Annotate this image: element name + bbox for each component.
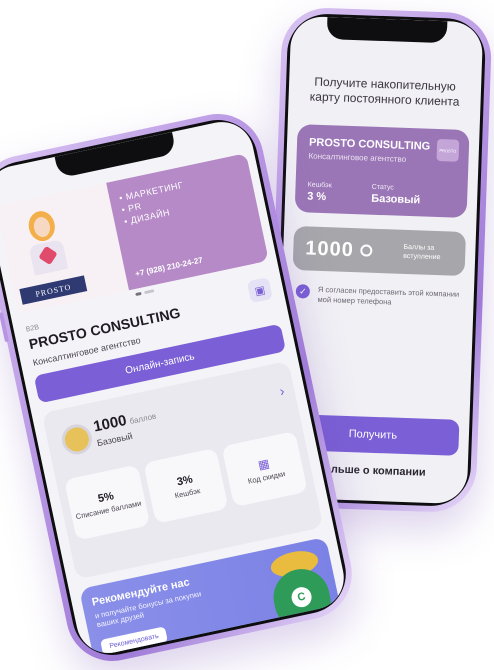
- status-label: Статус: [371, 183, 394, 192]
- cashback-label: Кешбэк: [307, 181, 332, 190]
- tile-cashback[interactable]: 3% Кешбэк: [142, 447, 229, 524]
- notch: [326, 17, 448, 44]
- promo-banner[interactable]: PROSTO • МАРКЕТИНГ • PR • ДИЗАЙН +7 (928…: [0, 153, 269, 314]
- brand-sign: PROSTO: [19, 275, 88, 305]
- carousel-dots[interactable]: [135, 289, 155, 297]
- consent-text: Я согласен предоставить этой компании мо…: [317, 284, 460, 307]
- company-logo: PROSTO: [436, 138, 460, 162]
- loyalty-card: PROSTO CONSULTING Консалтинговое агентст…: [294, 124, 470, 219]
- chevron-right-icon[interactable]: ›: [278, 382, 286, 399]
- qr-code-icon: ▦: [256, 455, 271, 472]
- card-company-subtitle: Консалтинговое агентство: [308, 151, 407, 164]
- qr-code-icon[interactable]: ▣: [246, 277, 273, 304]
- recommend-button[interactable]: Рекомендовать: [100, 626, 169, 656]
- banner-services: • МАРКЕТИНГ • PR • ДИЗАЙН +7 (928) 210-2…: [105, 153, 269, 291]
- coin-icon: [359, 244, 373, 257]
- tile-discount-code[interactable]: ▦ Код скидки: [221, 430, 308, 508]
- money-bag-icon: С: [254, 540, 342, 633]
- points-balance: 1000баллов: [91, 411, 158, 436]
- medal-icon: [59, 421, 95, 458]
- banner-phone: +7 (928) 210-24-27: [134, 255, 204, 279]
- b2b-tag: B2B: [25, 323, 40, 334]
- cashback-value: 3 %: [306, 190, 327, 204]
- tile-points-writeoff[interactable]: 5% Списание баллами: [64, 464, 150, 541]
- status-value: Базовый: [371, 192, 421, 207]
- card-company-name: PROSTO CONSULTING: [308, 136, 431, 153]
- checkmark-icon[interactable]: ✓: [295, 284, 311, 299]
- consent-row[interactable]: ✓ Я согласен предоставить этой компании …: [295, 284, 462, 310]
- card-offer-title: Получите накопительную карту постоянного…: [309, 74, 460, 109]
- welcome-points: 1000 Баллы за вступление: [292, 226, 467, 276]
- welcome-points-value: 1000: [304, 236, 355, 261]
- welcome-points-caption: Баллы за вступление: [403, 243, 441, 262]
